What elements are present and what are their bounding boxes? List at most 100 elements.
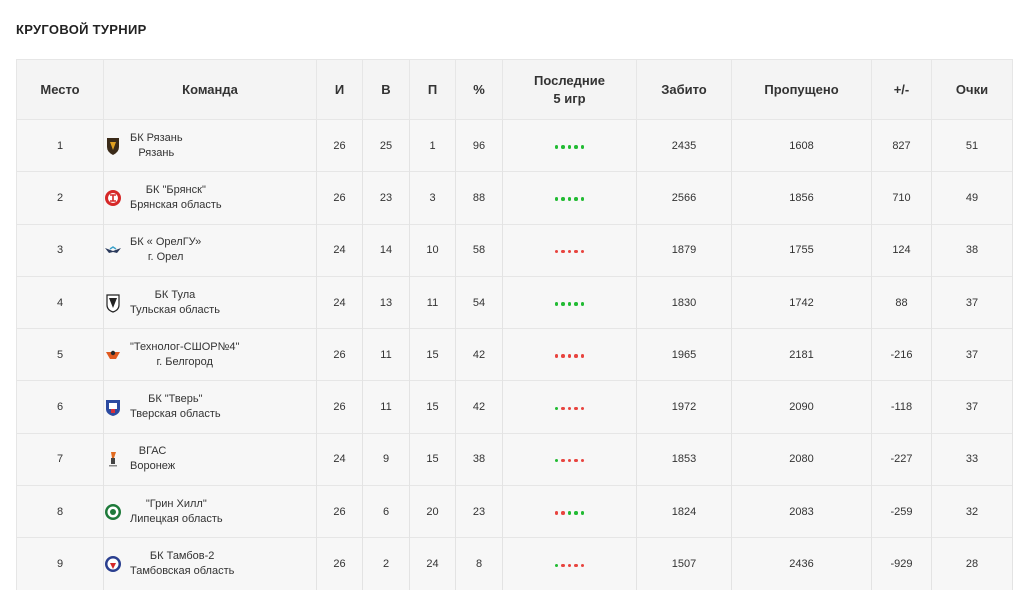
diff-cell: 710 (871, 171, 932, 225)
team-name[interactable]: "Грин Хилл" (130, 497, 223, 512)
conceded-cell: 2181 (731, 328, 872, 381)
win-dot-icon (580, 511, 585, 515)
loss-dot-icon (567, 406, 572, 411)
win-dot-icon (580, 302, 585, 306)
column-header-points[interactable]: Очки (931, 59, 1013, 120)
games-cell: 26 (316, 118, 363, 172)
column-header-team[interactable]: Команда (103, 59, 317, 120)
games-cell: 24 (316, 275, 363, 329)
win-dot-icon (554, 145, 559, 149)
team-cell[interactable]: БК "Брянск" Брянская область (103, 171, 317, 225)
table-row[interactable]: 1 БК Рязань Рязань 26 25 1 96 2435 1608 827 51 (16, 118, 1013, 172)
team-name[interactable]: БК Тула (130, 288, 220, 303)
team-cell[interactable]: БК Тамбов-2 Тамбовская область (103, 537, 317, 591)
percent-cell: 38 (455, 432, 503, 486)
games-cell: 26 (316, 380, 363, 434)
losses-cell: 1 (409, 118, 456, 172)
wins-cell: 2 (362, 537, 410, 591)
tambov-logo-icon (104, 554, 122, 574)
table-row[interactable]: 7 ВГАС Воронеж 24 9 15 38 1853 2080 -227 33 (16, 432, 1013, 486)
team-name[interactable]: БК « ОрелГУ» (130, 235, 201, 250)
scored-cell: 2435 (636, 118, 732, 172)
team-region: Тульская область (130, 303, 220, 316)
column-header-diff[interactable]: +/- (871, 59, 932, 120)
win-dot-icon (567, 145, 572, 149)
last5-cell (502, 485, 637, 538)
wins-cell: 11 (362, 328, 410, 381)
place-cell: 4 (16, 275, 104, 329)
table-row[interactable]: 2 БК "Брянск" Брянская область 26 23 3 88 2566 1… (16, 171, 1013, 225)
last5-form (554, 302, 585, 306)
last5-form (554, 354, 585, 358)
last5-form (554, 145, 585, 149)
team-name[interactable]: БК "Тверь" (130, 392, 221, 407)
team-name[interactable]: ВГАС (130, 444, 175, 459)
team-cell[interactable]: БК Рязань Рязань (103, 118, 317, 172)
diff-cell: -259 (871, 485, 932, 538)
team-name[interactable]: БК Рязань (130, 131, 183, 146)
team-cell[interactable]: "Технолог-СШОР№4" г. Белгород (103, 328, 317, 381)
column-header-losses[interactable]: П (409, 59, 456, 120)
last5-cell (502, 380, 637, 434)
losses-cell: 24 (409, 537, 456, 591)
win-dot-icon (574, 197, 578, 201)
team-region: г. Белгород (156, 355, 213, 368)
tekhnolog-logo-icon (104, 345, 122, 365)
loss-dot-icon (554, 249, 559, 254)
points-cell: 28 (931, 537, 1013, 591)
column-header-wins[interactable]: В (362, 59, 410, 120)
table-row[interactable]: 4 БК Тула Тульская область 24 13 11 54 1830 1742… (16, 275, 1013, 329)
team-cell[interactable]: БК "Тверь" Тверская область (103, 380, 317, 434)
tver-logo-icon (104, 397, 122, 417)
loss-dot-icon (580, 563, 585, 568)
points-cell: 49 (931, 171, 1013, 225)
loss-dot-icon (554, 511, 559, 515)
conceded-cell: 2436 (731, 537, 872, 591)
scored-cell: 2566 (636, 171, 732, 225)
loss-dot-icon (554, 354, 559, 358)
losses-cell: 15 (409, 328, 456, 381)
table-row[interactable]: 6 БК "Тверь" Тверская область 26 11 15 42 1972 2… (16, 380, 1013, 434)
team-cell[interactable]: БК Тула Тульская область (103, 275, 317, 329)
table-row[interactable]: 3 БК « ОрелГУ» г. Орел 24 14 10 58 1879 1755 124 3… (16, 223, 1013, 277)
loss-dot-icon (574, 354, 578, 358)
games-cell: 24 (316, 223, 363, 277)
loss-dot-icon (561, 458, 565, 463)
last5-cell (502, 223, 637, 277)
conceded-cell: 1755 (731, 223, 872, 277)
team-cell[interactable]: ВГАС Воронеж (103, 432, 317, 486)
column-header-place[interactable]: Место (16, 59, 104, 120)
conceded-cell: 1856 (731, 171, 872, 225)
table-row[interactable]: 8 "Грин Хилл" Липецкая область 26 6 20 23 1824 2… (16, 485, 1013, 538)
column-header-last5[interactable]: Последние 5 игр (502, 59, 637, 120)
conceded-cell: 2090 (731, 380, 872, 434)
wins-cell: 11 (362, 380, 410, 434)
scored-cell: 1507 (636, 537, 732, 591)
win-dot-icon (567, 302, 572, 306)
column-header-conceded[interactable]: Пропущено (731, 59, 872, 120)
points-cell: 51 (931, 118, 1013, 172)
percent-cell: 88 (455, 171, 503, 225)
column-header-percent[interactable]: % (455, 59, 503, 120)
team-cell[interactable]: "Грин Хилл" Липецкая область (103, 485, 317, 538)
column-header-games[interactable]: И (316, 59, 363, 120)
team-cell[interactable]: БК « ОрелГУ» г. Орел (103, 223, 317, 277)
games-cell: 26 (316, 537, 363, 591)
diff-cell: -118 (871, 380, 932, 434)
table-row[interactable]: 9 БК Тамбов-2 Тамбовская область 26 2 24 8 1507… (16, 537, 1013, 591)
games-cell: 24 (316, 432, 363, 486)
diff-cell: -929 (871, 537, 932, 591)
team-region: Липецкая область (130, 512, 223, 525)
table-row[interactable]: 5 "Технолог-СШОР№4" г. Белгород 26 11 15 42 196… (16, 328, 1013, 381)
place-cell: 8 (16, 485, 104, 538)
loss-dot-icon (567, 563, 572, 568)
team-name[interactable]: БК "Брянск" (130, 183, 222, 198)
place-cell: 9 (16, 537, 104, 591)
green-hill-logo-icon (104, 502, 122, 522)
column-header-scored[interactable]: Забито (636, 59, 732, 120)
team-name[interactable]: БК Тамбов-2 (130, 549, 234, 564)
points-cell: 37 (931, 275, 1013, 329)
standings-table: Место Команда И В П % Последние 5 игр Заб… (16, 59, 1013, 591)
orelgu-logo-icon (104, 240, 122, 260)
team-name[interactable]: "Технолог-СШОР№4" (130, 340, 239, 355)
